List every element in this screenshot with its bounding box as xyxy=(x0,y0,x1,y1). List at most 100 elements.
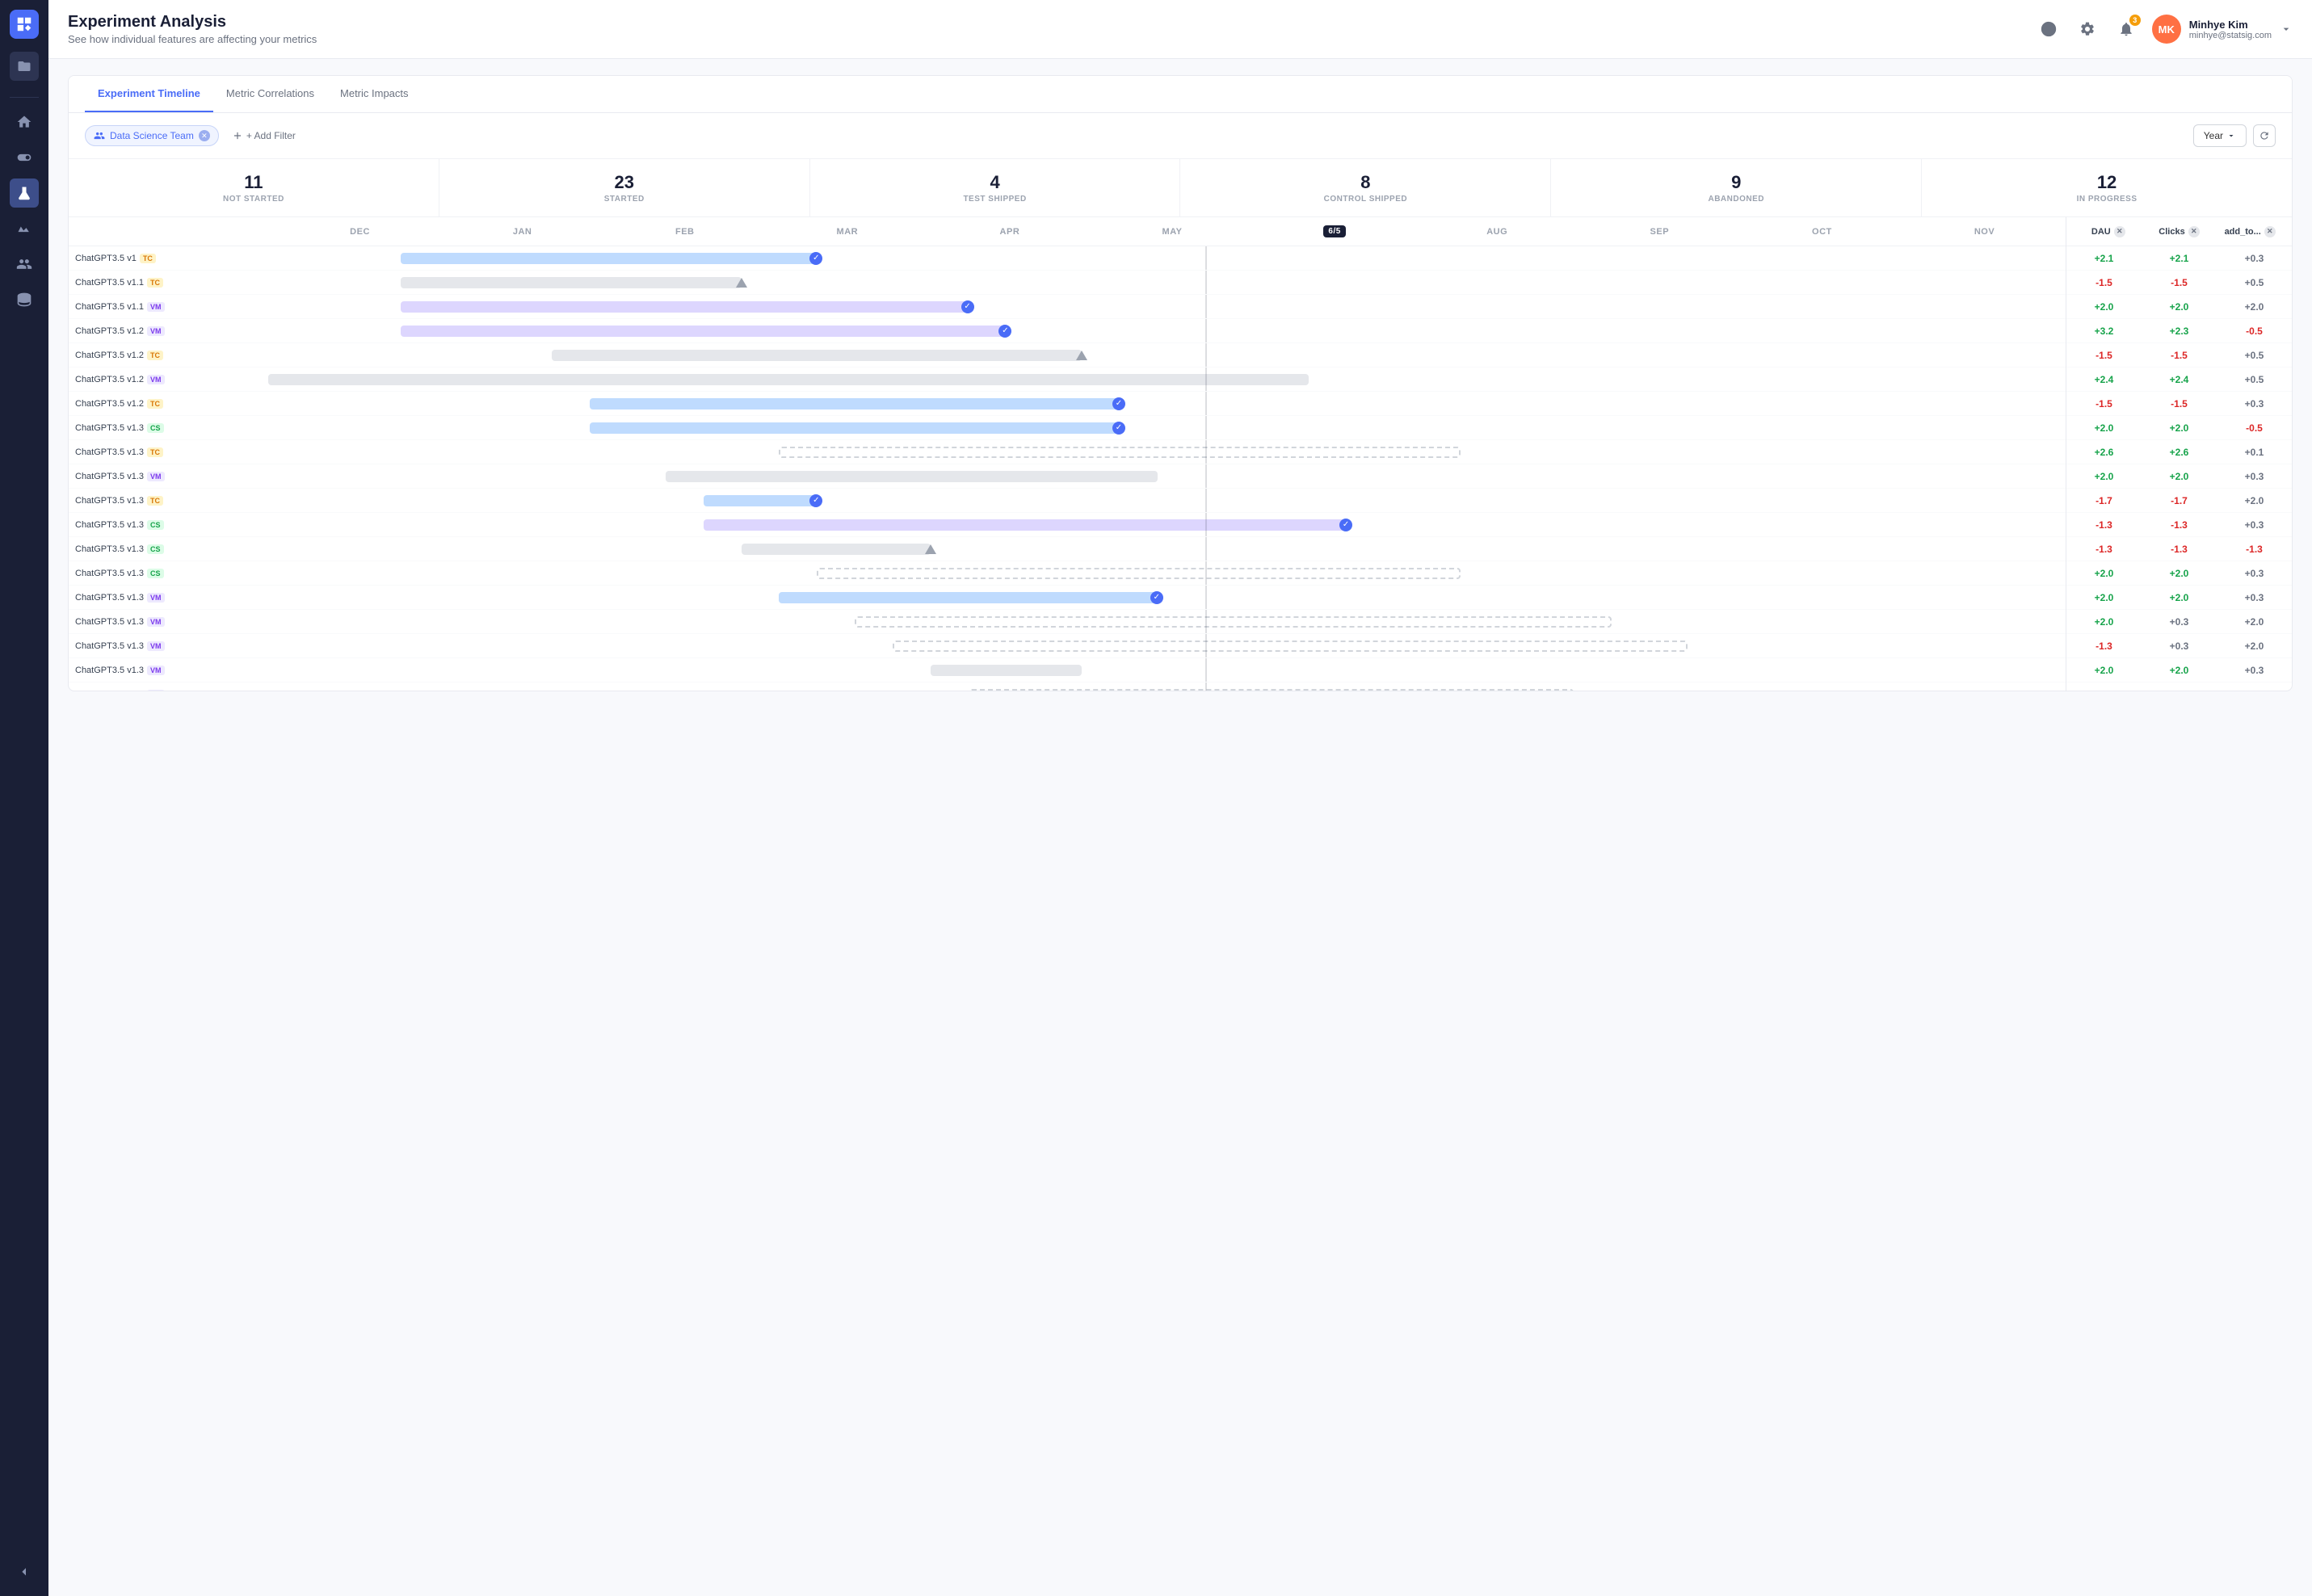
timeline-row[interactable]: ChatGPT3.5 v1.3VM xyxy=(69,658,2066,682)
timeline-row[interactable]: ChatGPT3.5 v1.2TC✓ xyxy=(69,392,2066,416)
gantt-area: ✓ xyxy=(174,416,2066,439)
clicks-value: -1.5 xyxy=(2142,398,2217,410)
team-icon xyxy=(94,130,105,141)
sidebar-analytics-icon[interactable] xyxy=(10,214,39,243)
timeline-row[interactable]: ChatGPT3.5 v1TC✓ xyxy=(69,246,2066,271)
addto-value: +0.3 xyxy=(2217,471,2292,482)
sidebar-database-icon[interactable] xyxy=(10,285,39,314)
metric-row: +2.4+2.4+0.5 xyxy=(2066,368,2292,392)
sidebar-users-icon[interactable] xyxy=(10,250,39,279)
today-line xyxy=(1205,416,1207,439)
gantt-bar xyxy=(893,640,1688,652)
notifications-icon[interactable]: 3 xyxy=(2113,16,2139,42)
filter-remove-button[interactable]: ✕ xyxy=(199,130,210,141)
timeline-row[interactable]: ChatGPT3.5 v1.3VM xyxy=(69,610,2066,634)
gantt-bar xyxy=(779,447,1460,458)
timeline-row[interactable]: ChatGPT3.5 v1.3VM✓ xyxy=(69,586,2066,610)
clicks-value: +2.0 xyxy=(2142,592,2217,603)
addto-close-button[interactable]: ✕ xyxy=(2264,226,2276,237)
addto-value: +2.0 xyxy=(2217,616,2292,628)
timeline-row[interactable]: ChatGPT3.5 v1.4VM xyxy=(69,682,2066,691)
timeline-row[interactable]: ChatGPT3.5 v1.3CS✓ xyxy=(69,416,2066,440)
clicks-value: -1.7 xyxy=(2142,495,2217,506)
row-name: ChatGPT3.5 v1.3 xyxy=(75,496,144,506)
add-filter-button[interactable]: + Add Filter xyxy=(225,126,302,145)
sidebar-collapse-icon[interactable] xyxy=(10,1557,39,1586)
dau-close-button[interactable]: ✕ xyxy=(2114,226,2125,237)
add-filter-label: + Add Filter xyxy=(246,130,296,141)
gantt-area xyxy=(174,343,2066,367)
gantt-area: ✓ xyxy=(174,246,2066,270)
help-icon[interactable] xyxy=(2036,16,2062,42)
gantt-area xyxy=(174,464,2066,488)
timeline-row[interactable]: ChatGPT3.5 v1.3TC ✓ xyxy=(69,489,2066,513)
bar-check-icon: ✓ xyxy=(809,494,822,507)
tab-metric-correlations[interactable]: Metric Correlations xyxy=(213,76,327,112)
dau-value: +3.2 xyxy=(2066,326,2142,337)
timeline-row[interactable]: ChatGPT3.5 v1.2VM xyxy=(69,368,2066,392)
gantt-area xyxy=(174,682,2066,691)
team-filter-chip[interactable]: Data Science Team ✕ xyxy=(85,125,219,146)
gantt-area: ✓ xyxy=(174,319,2066,342)
today-line xyxy=(1205,464,1207,488)
row-tag: VM xyxy=(147,375,165,384)
page-title: Experiment Analysis xyxy=(68,13,317,32)
timeline-row[interactable]: ChatGPT3.5 v1.2VM✓ xyxy=(69,319,2066,343)
sidebar-home-icon[interactable] xyxy=(10,107,39,136)
timeline-row[interactable]: ChatGPT3.5 v1.3CS✓ xyxy=(69,513,2066,537)
clicks-close-button[interactable]: ✕ xyxy=(2188,226,2200,237)
addto-value: +0.5 xyxy=(2217,350,2292,361)
filters-left: Data Science Team ✕ + Add Filter xyxy=(85,125,302,146)
timeline-row[interactable]: ChatGPT3.5 v1.1VM✓ xyxy=(69,295,2066,319)
dau-value: -1.3 xyxy=(2066,544,2142,555)
year-selector[interactable]: Year xyxy=(2193,124,2247,147)
gantt-area xyxy=(174,658,2066,682)
addto-value: +0.5 xyxy=(2217,689,2292,691)
row-tag: CS xyxy=(147,544,164,554)
row-label: ChatGPT3.5 v1.3TC xyxy=(69,496,174,506)
app-logo[interactable] xyxy=(10,10,39,39)
gantt-bar: ✓ xyxy=(779,592,1157,603)
tab-experiment-timeline[interactable]: Experiment Timeline xyxy=(85,76,213,112)
addto-value: +0.3 xyxy=(2217,519,2292,531)
today-line xyxy=(1205,319,1207,342)
sidebar-flask-icon[interactable] xyxy=(10,178,39,208)
settings-icon[interactable] xyxy=(2074,16,2100,42)
timeline-row[interactable]: ChatGPT3.5 v1.2TC xyxy=(69,343,2066,368)
folder-icon[interactable] xyxy=(10,52,39,81)
gantt-rows: ChatGPT3.5 v1TC✓ChatGPT3.5 v1.1TCChatGPT… xyxy=(69,246,2066,691)
row-name: ChatGPT3.5 v1.3 xyxy=(75,617,144,627)
bar-check-icon: ✓ xyxy=(809,252,822,265)
row-label: ChatGPT3.5 v1.2TC xyxy=(69,351,174,360)
bar-triangle-icon xyxy=(1076,351,1087,360)
row-label: ChatGPT3.5 v1.1TC xyxy=(69,278,174,288)
metric-row: +2.0+2.0+0.3 xyxy=(2066,561,2292,586)
filters-row: Data Science Team ✕ + Add Filter Year xyxy=(69,113,2292,159)
month-col-may: MAY xyxy=(1091,217,1253,246)
row-name: ChatGPT3.5 v1.2 xyxy=(75,351,144,360)
timeline-row[interactable]: ChatGPT3.5 v1.3TC xyxy=(69,440,2066,464)
timeline-row[interactable]: ChatGPT3.5 v1.1TC xyxy=(69,271,2066,295)
gantt-area: ✓ xyxy=(174,586,2066,609)
clicks-value: +2.4 xyxy=(2142,374,2217,385)
addto-value: +0.5 xyxy=(2217,374,2292,385)
dau-value: +2.6 xyxy=(2066,447,2142,458)
metric-row: -1.3-1.3+0.3 xyxy=(2066,513,2292,537)
refresh-button[interactable] xyxy=(2253,124,2276,147)
addto-value: -1.3 xyxy=(2217,544,2292,555)
timeline-row[interactable]: ChatGPT3.5 v1.3VM xyxy=(69,634,2066,658)
row-label: ChatGPT3.5 v1.3VM xyxy=(69,472,174,481)
dau-value: +2.0 xyxy=(2066,689,2142,691)
row-tag: TC xyxy=(147,351,163,360)
dau-value: +2.0 xyxy=(2066,665,2142,676)
row-name: ChatGPT3.5 v1.1 xyxy=(75,278,144,288)
clicks-value: +2.0 xyxy=(2142,301,2217,313)
timeline-row[interactable]: ChatGPT3.5 v1.3CS xyxy=(69,537,2066,561)
timeline-row[interactable]: ChatGPT3.5 v1.3CS xyxy=(69,561,2066,586)
row-tag: VM xyxy=(147,326,165,336)
tab-metric-impacts[interactable]: Metric Impacts xyxy=(327,76,422,112)
timeline-row[interactable]: ChatGPT3.5 v1.3VM xyxy=(69,464,2066,489)
sidebar-toggles-icon[interactable] xyxy=(10,143,39,172)
row-name: ChatGPT3.5 v1.3 xyxy=(75,666,144,675)
user-menu[interactable]: MK Minhye Kim minhye@statsig.com xyxy=(2152,15,2293,44)
